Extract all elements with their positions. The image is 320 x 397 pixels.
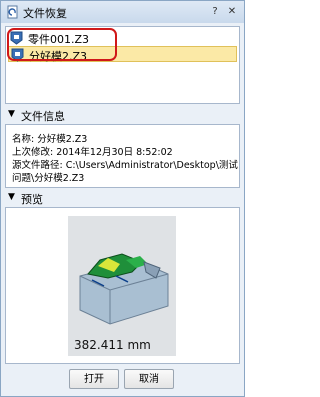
title-bar: 文件恢复 ? ✕ xyxy=(1,1,244,23)
open-button[interactable]: 打开 xyxy=(69,369,119,389)
preview-header[interactable]: ▼ 预览 xyxy=(5,190,238,206)
section-title: 文件信息 xyxy=(21,110,65,123)
collapse-arrow-icon[interactable]: ▼ xyxy=(8,192,15,202)
modified-date-line: 上次修改: 2014年12月30日 8:52:02 xyxy=(12,147,173,158)
recovery-icon xyxy=(7,5,18,19)
model-preview-image: 382.411 mm xyxy=(68,216,176,356)
section-title: 预览 xyxy=(21,193,43,206)
mold-model-drawing xyxy=(68,216,176,356)
file-info-panel: 名称: 分好模2.Z3 上次修改: 2014年12月30日 8:52:02 源文… xyxy=(5,124,240,188)
close-icon[interactable]: ✕ xyxy=(225,5,239,19)
preview-panel: 382.411 mm xyxy=(5,207,240,364)
help-icon[interactable]: ? xyxy=(208,5,222,19)
file-name-line: 名称: 分好模2.Z3 xyxy=(12,134,88,145)
file-info-header[interactable]: ▼ 文件信息 xyxy=(5,107,238,123)
file-recovery-dialog: 文件恢复 ? ✕ 零件001.Z3 分好模2.Z3 ▼ 文件信息 名称: 分好模… xyxy=(0,0,245,397)
collapse-arrow-icon[interactable]: ▼ xyxy=(8,109,15,119)
window-title: 文件恢复 xyxy=(23,7,67,20)
source-path-line: 源文件路径: C:\Users\Administrator\Desktop\测试 xyxy=(12,160,238,171)
annotation-highlight xyxy=(7,28,117,61)
cancel-button[interactable]: 取消 xyxy=(124,369,174,389)
source-path-line-cont: 问题\分好模2.Z3 xyxy=(12,173,85,184)
measurement-readout: 382.411 mm xyxy=(74,338,151,352)
